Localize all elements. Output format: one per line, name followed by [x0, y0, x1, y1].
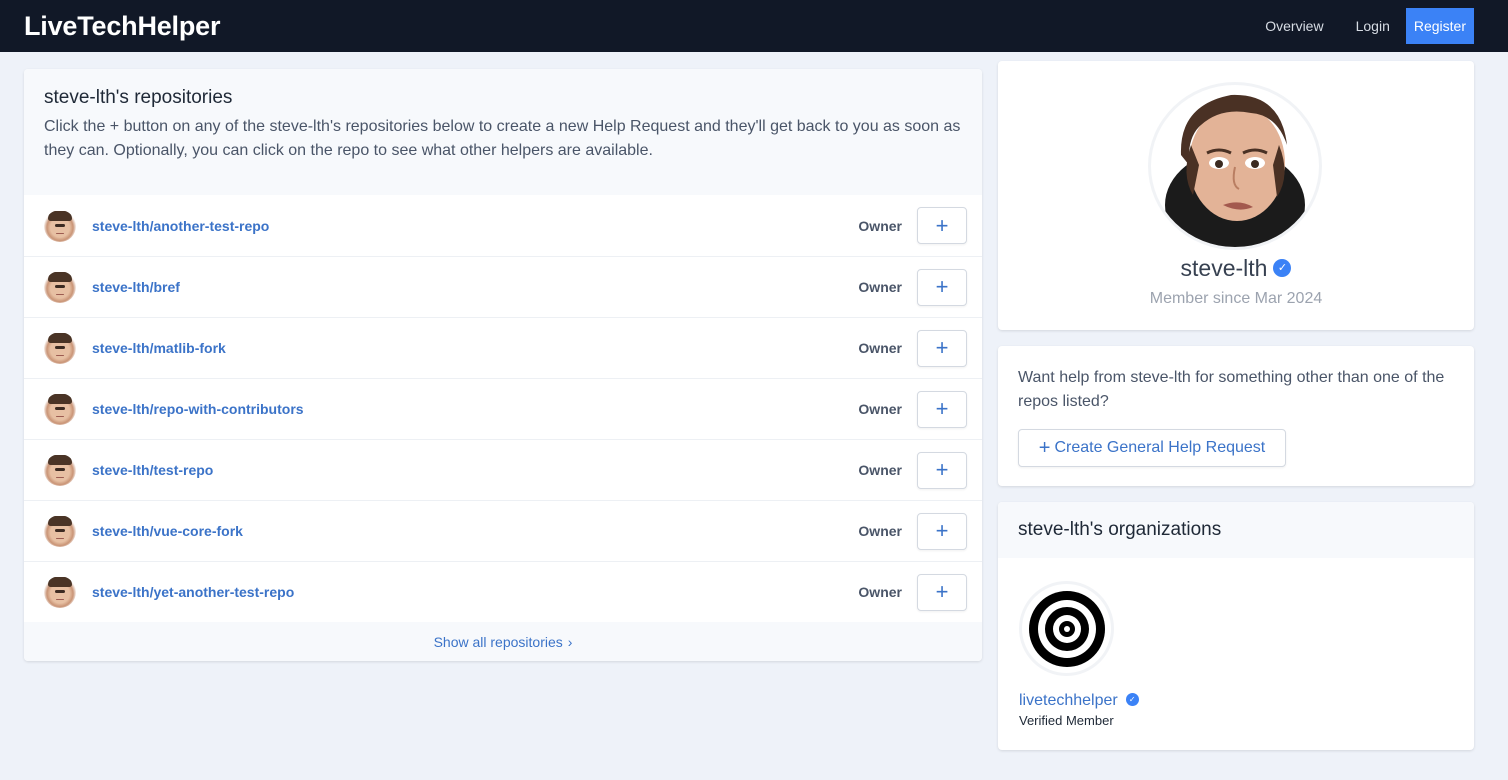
repo-role: Owner: [858, 523, 902, 539]
add-help-request-button[interactable]: +: [917, 268, 967, 306]
brand-logo[interactable]: LiveTechHelper: [24, 11, 220, 42]
avatar: [44, 332, 76, 364]
repositories-title: steve-lth's repositories: [44, 87, 233, 108]
repositories-card: steve-lth's repositories Click the + but…: [24, 69, 982, 661]
repo-role: Owner: [858, 584, 902, 600]
org-name-text: livetechhelper: [1019, 692, 1118, 709]
repo-role: Owner: [858, 279, 902, 295]
add-help-request-button[interactable]: +: [917, 390, 967, 428]
profile-username: steve-lth ✓: [998, 255, 1474, 282]
plus-icon: +: [935, 518, 949, 543]
general-help-card: Want help from steve-lth for something o…: [998, 346, 1474, 486]
username-text: steve-lth: [1180, 255, 1268, 281]
show-all-label: Show all repositories: [433, 634, 563, 650]
add-help-request-button[interactable]: +: [917, 451, 967, 489]
plus-icon: +: [935, 335, 949, 360]
avatar: [44, 576, 76, 608]
create-general-help-request-label: Create General Help Request: [1054, 439, 1266, 456]
add-help-request-button[interactable]: +: [917, 207, 967, 244]
table-row: steve-lth/vue-core-fork Owner +: [24, 500, 982, 561]
table-row: steve-lth/repo-with-contributors Owner +: [24, 378, 982, 439]
avatar: [44, 454, 76, 486]
general-help-text: Want help from steve-lth for something o…: [1018, 369, 1445, 410]
organizations-title: steve-lth's organizations: [998, 502, 1474, 558]
top-navbar: LiveTechHelper Overview Login Register: [0, 0, 1508, 52]
table-row: steve-lth/matlib-fork Owner +: [24, 317, 982, 378]
profile-card: steve-lth ✓ Member since Mar 2024: [998, 61, 1474, 330]
plus-icon: +: [1038, 437, 1051, 459]
plus-icon: +: [935, 579, 949, 604]
check-badge-icon: ✓: [1125, 693, 1139, 707]
table-row: steve-lth/test-repo Owner +: [24, 439, 982, 500]
add-help-request-button[interactable]: +: [917, 329, 967, 367]
member-since: Member since Mar 2024: [1149, 290, 1323, 307]
repo-role: Owner: [858, 462, 902, 478]
avatar: [44, 209, 76, 242]
show-all-repositories-link[interactable]: Show all repositories ›: [24, 622, 982, 661]
table-row: steve-lth/bref Owner +: [24, 256, 982, 317]
repositories-header: steve-lth's repositories Click the + but…: [24, 69, 982, 195]
avatar: [44, 393, 76, 425]
table-row: steve-lth/another-test-repo Owner +: [24, 195, 982, 256]
nav-links: Overview Login Register: [1249, 0, 1474, 52]
avatar: [44, 271, 76, 303]
repository-list: steve-lth/another-test-repo Owner + stev…: [24, 195, 982, 622]
nav-login-link[interactable]: Login: [1340, 8, 1406, 44]
org-name-link[interactable]: livetechhelper ✓: [1019, 692, 1139, 710]
org-member-status: Verified Member: [1019, 713, 1114, 728]
add-help-request-button[interactable]: +: [917, 573, 967, 611]
plus-icon: +: [935, 274, 949, 299]
repo-link[interactable]: steve-lth/matlib-fork: [92, 340, 858, 356]
create-general-help-request-button[interactable]: + Create General Help Request: [1018, 429, 1286, 467]
avatar: [1151, 85, 1319, 247]
repo-role: Owner: [858, 217, 902, 234]
repo-link[interactable]: steve-lth/vue-core-fork: [92, 523, 858, 539]
plus-icon: +: [935, 212, 949, 238]
repo-link[interactable]: steve-lth/bref: [92, 279, 858, 295]
nav-register-button[interactable]: Register: [1405, 8, 1474, 44]
avatar: [44, 515, 76, 547]
organizations-card: steve-lth's organizations livetechhelper…: [998, 502, 1474, 750]
target-logo-icon: [1028, 590, 1105, 667]
org-logo[interactable]: [1022, 584, 1111, 673]
nav-overview-link[interactable]: Overview: [1249, 8, 1339, 44]
check-badge-icon: ✓: [1273, 258, 1292, 277]
add-help-request-button[interactable]: +: [917, 512, 967, 550]
repo-link[interactable]: steve-lth/yet-another-test-repo: [92, 584, 858, 600]
repo-role: Owner: [858, 340, 902, 356]
repositories-description: Click the + button on any of the steve-l…: [44, 118, 961, 159]
repo-role: Owner: [858, 401, 902, 417]
repo-link[interactable]: steve-lth/repo-with-contributors: [92, 401, 858, 417]
plus-icon: +: [935, 457, 949, 482]
table-row: steve-lth/yet-another-test-repo Owner +: [24, 561, 982, 622]
plus-icon: +: [935, 396, 949, 421]
chevron-right-icon: ›: [567, 634, 573, 650]
repo-link[interactable]: steve-lth/another-test-repo: [92, 218, 858, 234]
repo-link[interactable]: steve-lth/test-repo: [92, 462, 858, 478]
